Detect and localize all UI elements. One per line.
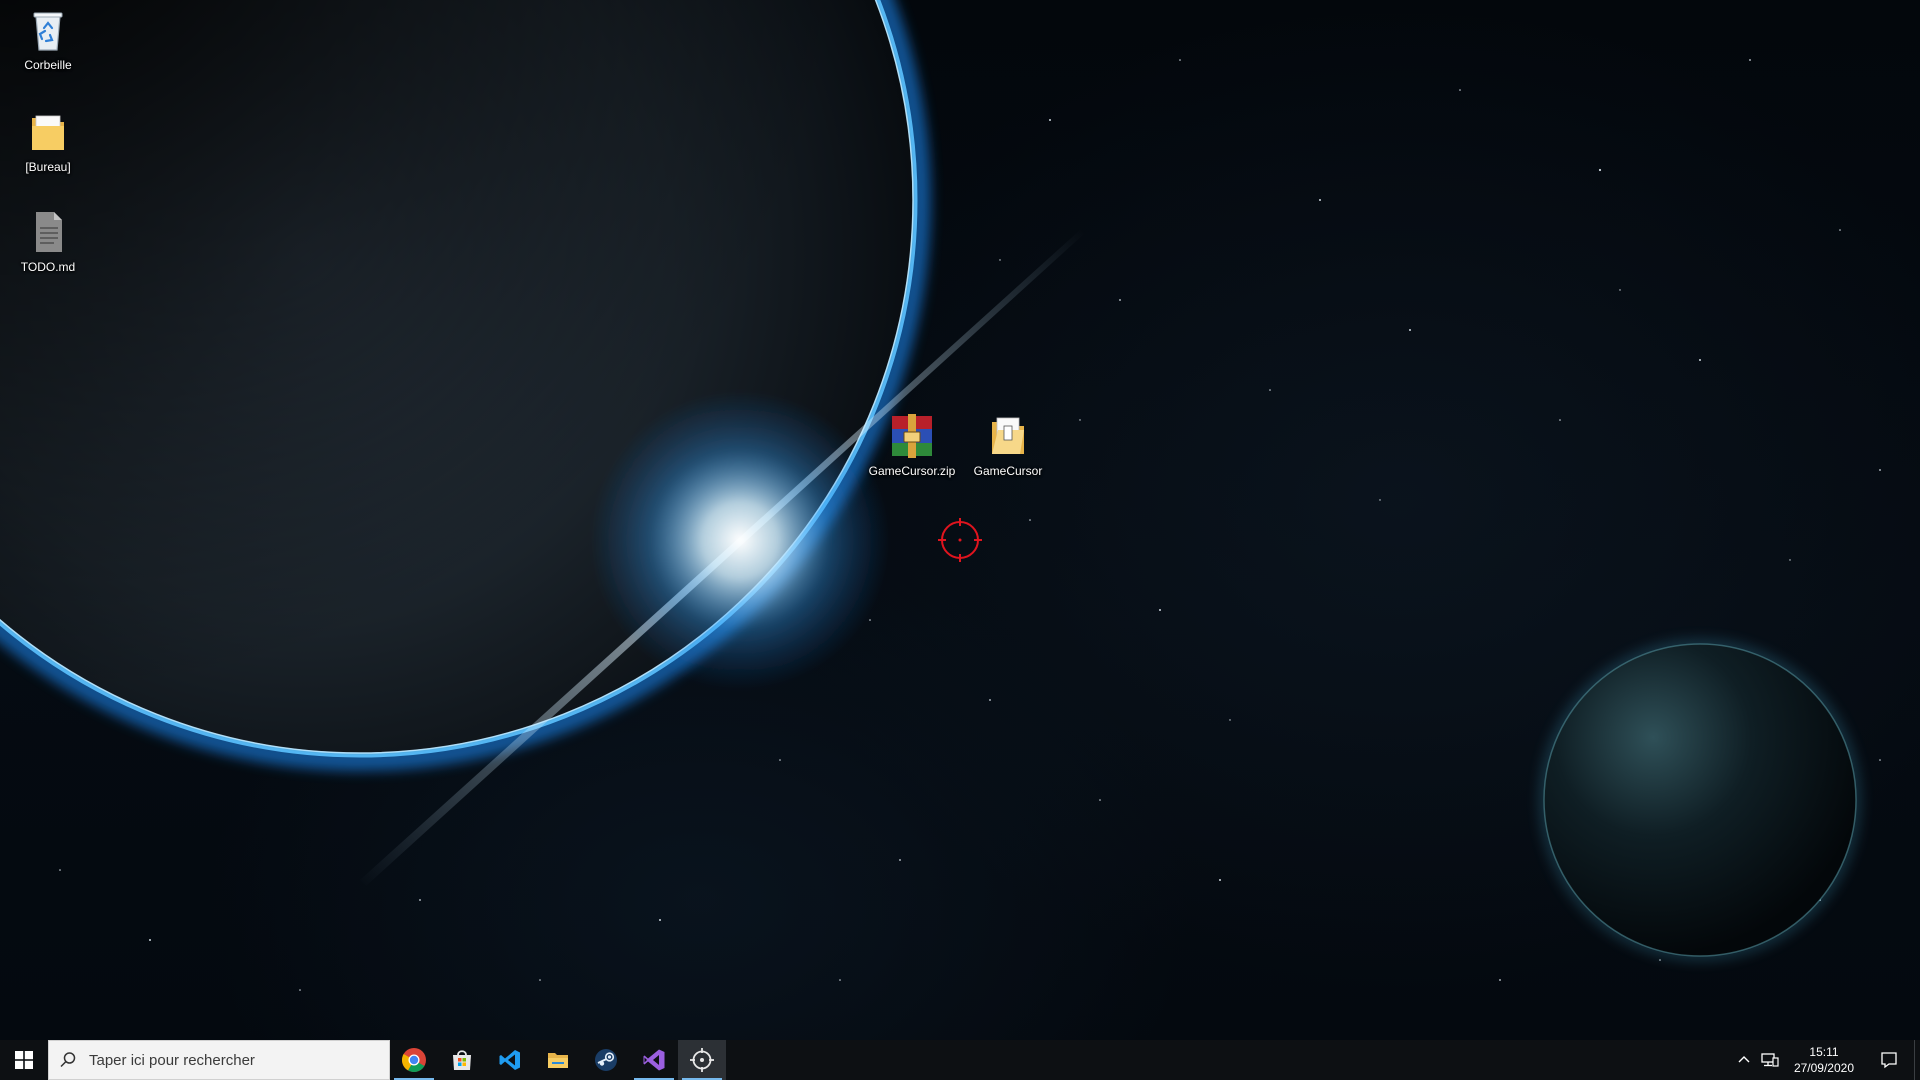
clock-time: 15:11 <box>1809 1045 1839 1059</box>
system-tray: 15:11 27/09/2020 <box>1732 1040 1920 1080</box>
desktop[interactable]: Corbeille [Bureau] TODO.md GameCursor.zi… <box>0 0 1920 1040</box>
text-file-icon <box>36 212 62 252</box>
show-desktop-button[interactable] <box>1914 1040 1920 1080</box>
taskbar-app-visual-studio[interactable] <box>630 1040 678 1080</box>
taskbar-clock[interactable]: 15:11 27/09/2020 <box>1784 1044 1864 1076</box>
windows-logo-icon <box>15 1051 33 1069</box>
taskbar-app-gamecursor[interactable] <box>678 1040 726 1080</box>
start-button[interactable] <box>0 1040 48 1080</box>
search-icon <box>60 1052 76 1068</box>
chevron-up-icon <box>1738 1056 1750 1063</box>
recycle-bin-icon <box>33 12 63 51</box>
show-hidden-icons-button[interactable] <box>1732 1040 1756 1080</box>
desktop-icon-recycle-bin[interactable]: Corbeille <box>0 6 96 72</box>
desktop-icon-label: TODO.md <box>20 260 76 274</box>
store-icon <box>453 1050 471 1070</box>
search-placeholder: Taper ici pour rechercher <box>89 1051 255 1069</box>
desktop-icon-archive-gamecursor[interactable]: GameCursor.zip <box>864 412 960 478</box>
network-icon <box>1761 1053 1779 1067</box>
desktop-icon-label: GameCursor <box>973 464 1043 478</box>
crosshair-icon <box>690 1048 714 1072</box>
vscode-icon <box>499 1050 520 1070</box>
desktop-icon-folder-gamecursor[interactable]: GameCursor <box>960 412 1056 478</box>
search-input[interactable]: Taper ici pour rechercher <box>48 1040 390 1080</box>
taskbar-app-file-explorer[interactable] <box>534 1040 582 1080</box>
visual-studio-icon <box>643 1049 665 1071</box>
taskbar-app-store[interactable] <box>438 1040 486 1080</box>
clock-date: 27/09/2020 <box>1793 1061 1854 1075</box>
chrome-icon <box>401 1048 426 1073</box>
action-center-button[interactable] <box>1864 1040 1914 1080</box>
winrar-archive-icon <box>892 414 932 458</box>
desktop-icon-label: [Bureau] <box>25 160 71 174</box>
notification-icon <box>1881 1052 1897 1069</box>
folder-icon <box>992 417 1024 454</box>
desktop-icon-folder-bureau[interactable]: [Bureau] <box>0 108 96 174</box>
taskbar-app-vscode[interactable] <box>486 1040 534 1080</box>
crosshair-cursor-icon <box>938 518 982 562</box>
folder-icon <box>32 115 64 150</box>
taskbar: Taper ici pour rechercher 15:11 27/09/20… <box>0 1040 1920 1080</box>
folder-icon <box>548 1053 568 1068</box>
desktop-icon-label: GameCursor.zip <box>868 464 956 478</box>
desktop-icon-label: Corbeille <box>24 58 72 72</box>
taskbar-app-chrome[interactable] <box>390 1040 438 1080</box>
steam-icon <box>595 1049 617 1071</box>
taskbar-app-steam[interactable] <box>582 1040 630 1080</box>
network-button[interactable] <box>1756 1040 1784 1080</box>
desktop-icon-file-todo[interactable]: TODO.md <box>0 208 96 274</box>
